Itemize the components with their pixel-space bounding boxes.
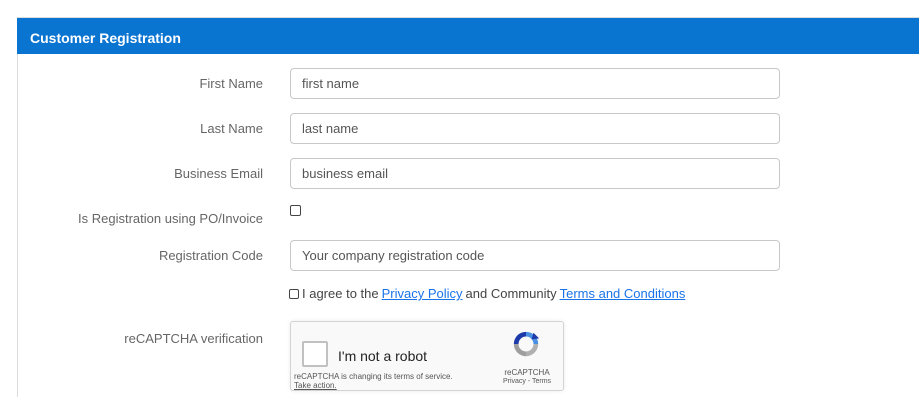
- terms-link[interactable]: Terms and Conditions: [560, 286, 686, 301]
- recaptcha-checkbox-text: I'm not a robot: [338, 348, 428, 364]
- recaptcha-take-action-link[interactable]: Take action.: [294, 381, 337, 390]
- first-name-input[interactable]: [290, 68, 780, 99]
- business-email-label: Business Email: [174, 166, 263, 181]
- last-name-label: Last Name: [200, 121, 263, 136]
- po-invoice-label: Is Registration using PO/Invoice: [78, 211, 263, 226]
- agree-prefix: I agree to the: [302, 286, 379, 301]
- po-invoice-checkbox[interactable]: [290, 205, 301, 216]
- registration-code-input[interactable]: [290, 240, 780, 271]
- recaptcha-brand: reCAPTCHA: [504, 368, 550, 377]
- recaptcha-widget: I'm not a robot reCAPTCHA is changing it…: [290, 321, 564, 391]
- recaptcha-logo-icon: [513, 331, 540, 357]
- registration-code-label: Registration Code: [158, 248, 263, 263]
- recaptcha-changing-text: reCAPTCHA is changing its terms of servi…: [294, 372, 453, 381]
- agree-checkbox[interactable]: [289, 288, 299, 299]
- privacy-policy-link[interactable]: Privacy Policy: [382, 286, 463, 301]
- panel-header: Customer Registration: [17, 18, 919, 54]
- agree-middle: and Community: [465, 286, 557, 301]
- recaptcha-checkbox[interactable]: [302, 341, 328, 367]
- agree-row: I agree to the Privacy Policy and Commun…: [289, 286, 685, 301]
- first-name-label: First Name: [199, 76, 263, 91]
- last-name-input[interactable]: [290, 113, 780, 144]
- recaptcha-label: reCAPTCHA verification: [124, 331, 263, 346]
- panel-title: Customer Registration: [30, 30, 181, 46]
- recaptcha-privacy-terms[interactable]: Privacy - Terms: [496, 378, 558, 385]
- business-email-input[interactable]: [290, 158, 780, 189]
